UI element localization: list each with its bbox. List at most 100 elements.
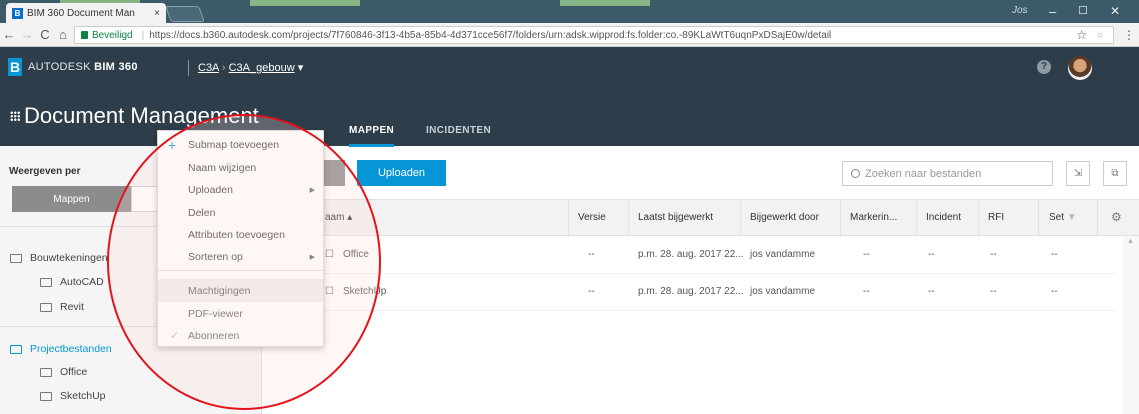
secure-label: Beveiligd xyxy=(92,29,133,41)
sidebar-item-label: AutoCAD xyxy=(60,276,104,288)
app-grid-icon[interactable] xyxy=(10,111,20,121)
sidebar-item-office[interactable]: Office xyxy=(0,360,262,384)
row-incident: -- xyxy=(928,249,935,260)
bookmark-star-icon[interactable]: ☆ xyxy=(1076,28,1087,42)
menu-item-sort-by[interactable]: Sorteren op ▶ xyxy=(158,245,323,268)
scrollbar[interactable]: ▲ xyxy=(1123,236,1139,414)
brand-name: BIM 360 xyxy=(94,61,138,73)
menu-item-label: Sorteren op xyxy=(188,250,243,263)
column-set-label: Set xyxy=(1049,212,1065,223)
column-version[interactable]: Versie xyxy=(578,212,606,223)
menu-item-label: Machtigingen xyxy=(188,284,251,297)
column-markup[interactable]: Markerin... xyxy=(850,212,897,223)
menu-item-label: Uploaden xyxy=(188,183,233,196)
column-rfi[interactable]: RFI xyxy=(988,212,1004,223)
menu-divider xyxy=(158,270,323,271)
filter-icon[interactable]: ▼ xyxy=(1067,212,1077,223)
gear-icon[interactable]: ⚙ xyxy=(1111,210,1122,224)
menu-item-label: Delen xyxy=(188,206,216,219)
url-text: https://docs.b360.autodesk.com/projects/… xyxy=(149,29,832,41)
reload-icon[interactable]: C xyxy=(36,27,54,42)
search-icon xyxy=(851,169,860,178)
table-header: aam ▴ Versie Laatst bijgewerkt Bijgewerk… xyxy=(263,199,1139,237)
breadcrumb: C3A › C3A_gebouw ▾ xyxy=(198,61,303,74)
lock-icon xyxy=(81,31,88,39)
minimize-button[interactable]: – xyxy=(1049,4,1056,19)
menu-item-share[interactable]: Delen xyxy=(158,201,323,224)
upload-button[interactable]: Uploaden xyxy=(357,160,446,186)
forward-icon[interactable]: → xyxy=(18,27,36,42)
column-divider xyxy=(1038,200,1039,237)
folder-icon xyxy=(40,391,52,401)
panel-toggle-icon[interactable]: ⧉ xyxy=(1103,161,1127,186)
avatar[interactable] xyxy=(1068,56,1092,80)
row-name[interactable]: SketchUp xyxy=(343,286,386,297)
maximize-button[interactable]: ☐ xyxy=(1078,4,1088,17)
menu-item-label: Attributen toevoegen xyxy=(188,228,285,241)
row-rfi: -- xyxy=(990,249,997,260)
tab-close-icon[interactable]: × xyxy=(154,8,160,19)
browser-tab[interactable]: B BIM 360 Document Man × xyxy=(6,3,166,23)
sidebar-heading: Weergeven per xyxy=(9,166,81,177)
column-name[interactable]: aam ▴ xyxy=(325,212,352,223)
folder-context-menu: + Submap toevoegen Naam wijzigen Uploade… xyxy=(157,130,324,347)
address-bar[interactable]: Beveiligd | https://docs.b360.autodesk.c… xyxy=(74,26,1114,44)
menu-item-permissions[interactable]: Machtigingen xyxy=(158,279,323,302)
tab-incidenten[interactable]: INCIDENTEN xyxy=(426,125,491,136)
close-window-button[interactable]: ✕ xyxy=(1110,4,1120,18)
folder-set-icon xyxy=(10,253,22,263)
row-checkbox[interactable]: ☐ xyxy=(325,249,334,260)
menu-item-subscribe[interactable]: ✓ Abonneren xyxy=(158,324,323,347)
browser-toolbar: ← → C ⌂ Beveiligd | https://docs.b360.au… xyxy=(0,23,1139,47)
new-tab-button[interactable] xyxy=(165,6,205,22)
column-divider xyxy=(568,200,569,237)
tab-mappen[interactable]: MAPPEN xyxy=(349,125,395,147)
row-name[interactable]: Office xyxy=(343,249,369,260)
browser-menu-icon[interactable]: ⋮ xyxy=(1123,28,1135,42)
home-icon[interactable]: ⌂ xyxy=(54,27,72,42)
menu-item-upload[interactable]: Uploaden ▶ xyxy=(158,178,323,201)
folder-set-icon xyxy=(10,344,22,354)
menu-item-rename[interactable]: Naam wijzigen xyxy=(158,156,323,179)
submenu-arrow-icon: ▶ xyxy=(309,186,315,194)
column-last-updated[interactable]: Laatst bijgewerkt xyxy=(638,212,713,223)
bim360-logo-icon: B xyxy=(8,58,22,76)
menu-item-add-subfolder[interactable]: + Submap toevoegen xyxy=(158,133,323,156)
scroll-up-icon[interactable]: ▲ xyxy=(1127,238,1134,245)
column-incident[interactable]: Incident xyxy=(926,212,961,223)
menu-item-label: Naam wijzigen xyxy=(188,161,257,174)
breadcrumb-current[interactable]: C3A_gebouw xyxy=(229,62,295,74)
tab-title: BIM 360 Document Man xyxy=(27,7,135,19)
row-version: -- xyxy=(588,249,595,260)
menu-item-add-attributes[interactable]: Attributen toevoegen xyxy=(158,223,323,246)
browser-user-badge[interactable]: Jos xyxy=(1012,5,1028,16)
search-input[interactable]: Zoeken naar bestanden xyxy=(842,161,1053,186)
brand-prefix: AUTODESK xyxy=(28,61,91,73)
row-markup: -- xyxy=(863,249,870,260)
sidebar-item-label: SketchUp xyxy=(60,390,106,402)
view-toggle-folders[interactable]: Mappen xyxy=(12,186,131,212)
table-row[interactable]: ☐ Office -- p.m. 28. aug. 2017 22... jos… xyxy=(263,237,1115,274)
column-updated-by[interactable]: Bijgewerkt door xyxy=(750,212,819,223)
back-icon[interactable]: ← xyxy=(0,27,18,42)
chevron-down-icon[interactable]: ▾ xyxy=(298,62,304,74)
sidebar-item-label: Revit xyxy=(60,301,84,313)
breadcrumb-project[interactable]: C3A xyxy=(198,62,219,74)
menu-item-pdf-viewer[interactable]: PDF-viewer xyxy=(158,302,323,325)
search-placeholder: Zoeken naar bestanden xyxy=(865,167,982,180)
row-checkbox[interactable]: ☐ xyxy=(325,286,334,297)
table-row[interactable]: ☐ SketchUp -- p.m. 28. aug. 2017 22... j… xyxy=(263,274,1115,311)
folder-icon xyxy=(40,277,52,287)
url-divider: | xyxy=(141,29,145,41)
extension-icon[interactable]: ○ xyxy=(1097,30,1103,41)
help-icon[interactable]: ? xyxy=(1037,60,1051,74)
row-set: -- xyxy=(1051,286,1058,297)
plus-icon: + xyxy=(168,136,177,153)
page-title: Document Management xyxy=(24,103,259,128)
sidebar-item-sketchup[interactable]: SketchUp xyxy=(0,384,262,408)
column-set[interactable]: Set ▼ xyxy=(1049,212,1077,223)
row-incident: -- xyxy=(928,286,935,297)
row-updated-by: jos vandamme xyxy=(750,249,816,260)
column-divider xyxy=(916,200,917,237)
export-icon[interactable]: ⇲ xyxy=(1066,161,1090,186)
